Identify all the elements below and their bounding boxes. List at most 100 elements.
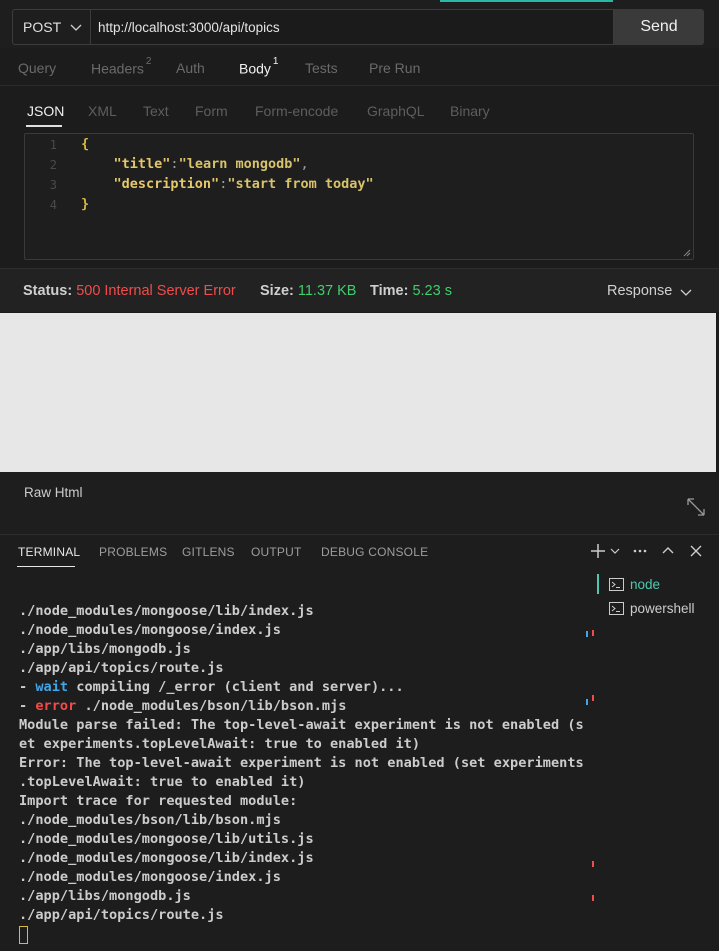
json-key: "description"	[113, 176, 220, 192]
subtab-form[interactable]: Form	[195, 103, 228, 119]
tab-query[interactable]: Query	[18, 60, 56, 76]
terminal-line: ./node_modules/mongoose/index.js	[19, 622, 281, 638]
terminal-icon	[609, 577, 624, 591]
code-line: {	[81, 136, 89, 152]
terminal-item-label: powershell	[630, 600, 695, 616]
terminal-line: ./node_modules/mongoose/lib/utils.js	[19, 831, 314, 847]
headers-count-badge: 2	[145, 56, 152, 67]
scroll-marker	[586, 631, 588, 637]
body-count-badge: 1	[272, 56, 279, 67]
terminal-line: ./node_modules/mongoose/index.js	[19, 869, 281, 885]
resize-handle-icon[interactable]	[683, 249, 691, 257]
line-number: 2	[49, 158, 57, 172]
subtab-binary[interactable]: Binary	[450, 103, 490, 119]
tab-auth-label: Auth	[176, 60, 205, 76]
new-terminal-icon[interactable]	[590, 543, 606, 559]
time-label: Time:	[370, 283, 409, 299]
terminal-icon	[609, 601, 624, 615]
maximize-panel-icon[interactable]	[660, 543, 676, 559]
json-body-editor[interactable]: 1 2 3 4 { "title":"learn mongodb", "desc…	[24, 133, 694, 260]
body-type-tabs: JSON XML Text Form Form-encode GraphQL B…	[0, 92, 719, 130]
code-line: "title":"learn mongodb",	[113, 156, 309, 172]
time-value: 5.23 s	[412, 283, 452, 299]
panel-tab-debug-console[interactable]: DEBUG CONSOLE	[321, 545, 428, 559]
active-terminal-indicator	[597, 574, 599, 594]
terminal-line: ./app/libs/mongodb.js	[19, 641, 191, 657]
status-label: Status:	[23, 283, 73, 299]
line-prefix: -	[19, 698, 36, 714]
tab-headers-label: Headers	[91, 60, 144, 77]
tab-headers[interactable]: Headers 2	[91, 56, 151, 77]
tab-prerun[interactable]: Pre Run	[369, 60, 420, 76]
close-icon[interactable]	[688, 543, 704, 559]
raw-html-area: Raw Html	[0, 472, 719, 534]
subtab-active-underline	[26, 125, 62, 127]
terminal-line: ./node_modules/bson/lib/bson.mjs	[19, 812, 281, 828]
size-value: 11.37 KB	[297, 283, 357, 299]
terminal-line: ./app/api/topics/route.js	[19, 907, 224, 923]
terminal-line: ./node_modules/mongoose/lib/index.js	[19, 850, 314, 866]
terminal-item-node[interactable]: node	[597, 572, 719, 596]
terminal-line-wait: - wait compiling /_error (client and ser…	[19, 679, 404, 695]
response-status-bar: Status: 500 Internal Server Error Size: …	[0, 268, 719, 312]
code-line: }	[81, 196, 89, 212]
panel-tab-terminal[interactable]: TERMINAL	[18, 545, 80, 559]
json-value: "start from today"	[227, 176, 374, 192]
url-text: http://localhost:3000/api/topics	[98, 19, 280, 35]
wait-keyword: wait	[35, 679, 69, 695]
url-input[interactable]: http://localhost:3000/api/topics	[90, 9, 614, 45]
subtab-xml[interactable]: XML	[88, 103, 117, 119]
terminal-line: ./app/libs/mongodb.js	[19, 888, 191, 904]
tab-body-label: Body	[239, 60, 271, 77]
line-number: 4	[49, 198, 57, 212]
chevron-down-icon[interactable]	[680, 286, 692, 298]
bottom-panel: TERMINAL PROBLEMS GITLENS OUTPUT DEBUG C…	[0, 534, 719, 951]
line-number: 1	[49, 138, 57, 152]
code-line: "description":"start from today"	[113, 176, 374, 192]
tab-auth[interactable]: Auth	[176, 60, 205, 76]
panel-tab-output[interactable]: OUTPUT	[251, 545, 302, 559]
panel-tab-problems[interactable]: PROBLEMS	[99, 545, 167, 559]
html-preview-pane	[0, 313, 716, 472]
json-value: "learn mongodb"	[178, 156, 301, 172]
terminal-item-powershell[interactable]: powershell	[597, 596, 719, 620]
subtab-text[interactable]: Text	[143, 103, 169, 119]
subtab-form-encode[interactable]: Form-encode	[255, 103, 338, 119]
terminal-list: node powershell	[597, 572, 719, 620]
scroll-marker	[586, 699, 588, 705]
tab-prerun-label: Pre Run	[369, 60, 421, 76]
method-select[interactable]: POST	[12, 9, 90, 45]
request-bar: POST http://localhost:3000/api/topics Se…	[0, 0, 719, 48]
panel-tab-underline	[17, 566, 75, 567]
tab-body[interactable]: Body 1	[239, 56, 278, 77]
raw-html-toggle[interactable]: Raw Html	[24, 485, 83, 500]
line-rest: compiling /_error (client and server)...	[68, 679, 404, 695]
line-rest: ./node_modules/bson/lib/bson.mjs	[76, 698, 347, 714]
error-keyword: error	[35, 698, 77, 714]
tab-tests[interactable]: Tests	[305, 60, 338, 76]
terminal-output[interactable]: ./node_modules/mongoose/lib/index.js ./n…	[19, 602, 584, 925]
more-actions-icon[interactable]	[632, 543, 648, 559]
open-brace: {	[81, 136, 90, 152]
line-prefix: -	[19, 679, 36, 695]
size-info: Size: 11.37 KB	[260, 283, 356, 299]
send-button[interactable]: Send	[614, 9, 704, 45]
terminal-cursor	[19, 926, 28, 944]
method-label: POST	[23, 19, 62, 35]
chevron-down-icon[interactable]	[609, 543, 621, 559]
status-value: 500 Internal Server Error	[76, 283, 236, 299]
terminal-line: .topLevelAwait: true to enabled it)	[19, 774, 306, 790]
scroll-marker	[592, 861, 594, 867]
scroll-marker	[592, 695, 594, 701]
subtab-json[interactable]: JSON	[27, 103, 64, 119]
active-tab-accent	[440, 0, 613, 2]
json-key: "title"	[113, 156, 171, 172]
subtab-graphql[interactable]: GraphQL	[367, 103, 425, 119]
response-view-select[interactable]: Response	[607, 283, 672, 299]
size-label: Size:	[260, 283, 294, 299]
terminal-line: ./app/api/topics/route.js	[19, 660, 224, 676]
status-info: Status: 500 Internal Server Error	[23, 283, 236, 299]
expand-icon[interactable]	[685, 496, 707, 518]
panel-tab-gitlens[interactable]: GITLENS	[182, 545, 235, 559]
scroll-marker	[592, 895, 594, 901]
